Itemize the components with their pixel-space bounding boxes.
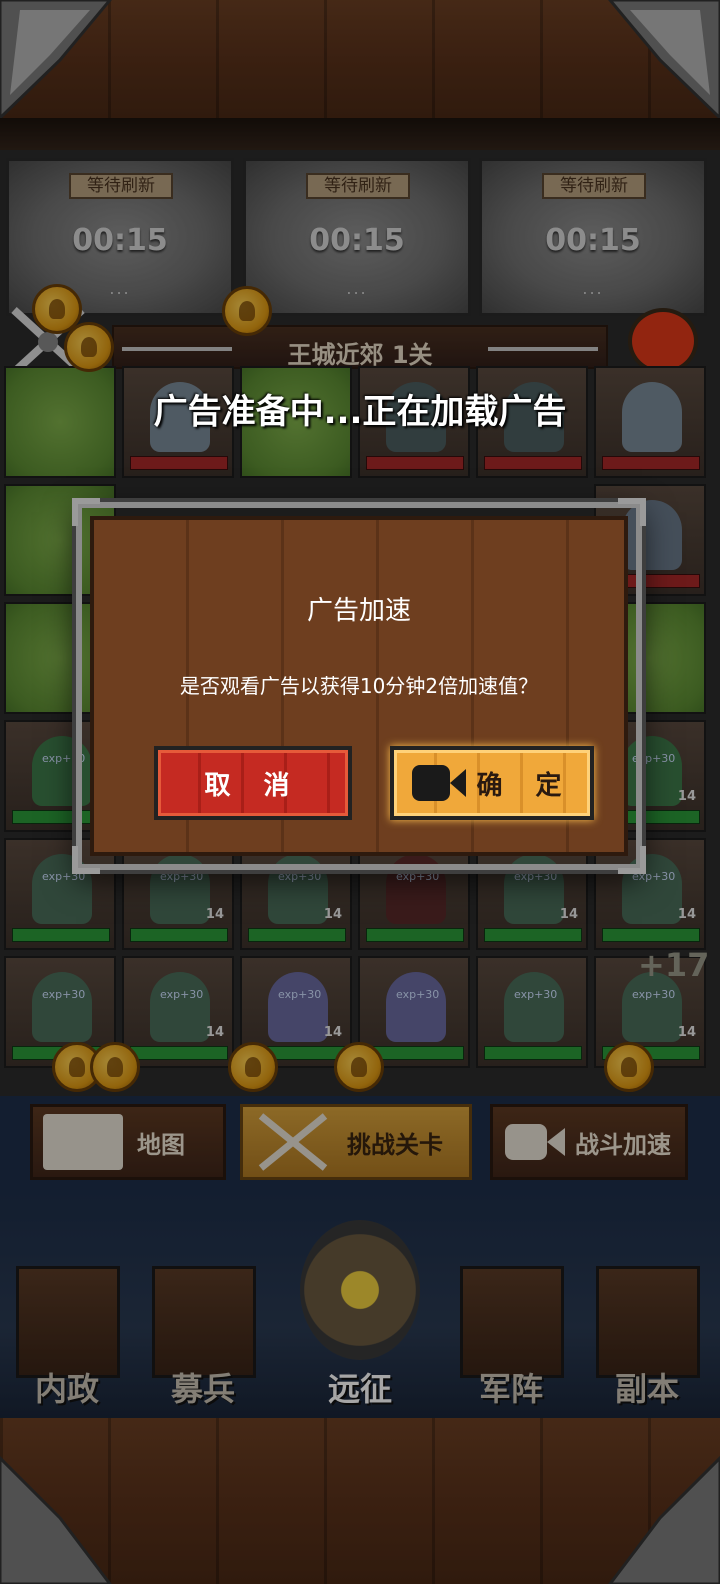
cancel-label: 取 消 — [204, 770, 302, 801]
crossed-swords-icon — [253, 1112, 333, 1172]
exp-label: exp+30 — [160, 870, 204, 883]
exp-label: exp+30 — [396, 988, 440, 1001]
exp-label: exp+30 — [42, 988, 86, 1001]
unit-base — [602, 928, 700, 942]
nav-label: 副本 — [614, 1370, 679, 1408]
coin-icon[interactable] — [222, 286, 272, 336]
exp-label: exp+30 — [396, 870, 440, 883]
unit-base — [366, 456, 464, 470]
nav-formation[interactable]: 军阵 — [456, 1260, 566, 1410]
refresh-timer: 00:15 — [72, 223, 168, 258]
challenge-stage-button[interactable]: 挑战关卡 — [240, 1104, 472, 1180]
battle-speed-button[interactable]: 战斗加速 — [490, 1104, 688, 1180]
exp-label: exp+30 — [632, 988, 676, 1001]
battle-speed-label: 战斗加速 — [575, 1130, 671, 1159]
confirm-label: 确 定 — [476, 770, 574, 801]
coin-icon[interactable] — [90, 1042, 140, 1092]
nav-domestic[interactable]: 内政 — [12, 1260, 122, 1410]
exp-label: exp+30 — [514, 988, 558, 1001]
refresh-timer: 00:15 — [309, 223, 405, 258]
stage-title: 王城近郊 1关 — [287, 341, 433, 369]
helmet-icon — [152, 1266, 256, 1378]
unit-base — [130, 456, 228, 470]
exp-label: exp+30 — [160, 988, 204, 1001]
unit-base — [366, 928, 464, 942]
unit-base — [484, 928, 582, 942]
flame-icon — [596, 1266, 700, 1378]
bonus-counter: +17 — [638, 946, 710, 984]
unit-level: 14 — [677, 907, 696, 922]
unit-base — [12, 928, 110, 942]
exp-label: exp+30 — [278, 988, 322, 1001]
sword-emblem-icon — [300, 1220, 420, 1360]
refresh-slot[interactable]: 等待刷新 00:15 ... — [243, 158, 471, 316]
refresh-tag: 等待刷新 — [306, 173, 410, 199]
dialog-message: 是否观看广告以获得10分钟2倍加速值？ — [179, 674, 539, 698]
unit-level: 14 — [323, 907, 342, 922]
coin-icon[interactable] — [64, 322, 114, 372]
dialog-panel: 广告加速 是否观看广告以获得10分钟2倍加速值？ 取 消 确 定 — [90, 516, 628, 856]
stage-bar: 王城近郊 1关 — [112, 325, 608, 369]
refresh-tag: 等待刷新 — [69, 173, 173, 199]
map-label: 地图 — [137, 1130, 185, 1159]
map-icon — [43, 1114, 123, 1170]
unit-base — [484, 1046, 582, 1060]
unit-base — [130, 928, 228, 942]
corner-ornament-icon — [570, 1418, 720, 1584]
nav-dungeon[interactable]: 副本 — [592, 1260, 702, 1410]
exp-label: exp+30 — [514, 870, 558, 883]
corner-ornament-icon — [0, 0, 150, 121]
unit-figure — [504, 972, 564, 1042]
unit-level: 14 — [205, 907, 224, 922]
grid-cell[interactable]: exp+30 — [476, 956, 588, 1068]
exp-label: exp+30 — [278, 870, 322, 883]
unit-level: 14 — [323, 1025, 342, 1040]
unit-figure — [32, 972, 92, 1042]
grid-cell[interactable]: exp+30 14 — [122, 956, 234, 1068]
video-camera-icon — [503, 1120, 567, 1164]
unit-base — [602, 456, 700, 470]
unit-base — [484, 456, 582, 470]
unit-base — [130, 1046, 228, 1060]
unit-level: 14 — [677, 789, 696, 804]
refresh-timer: 00:15 — [545, 223, 641, 258]
unit-figure — [268, 972, 328, 1042]
nav-label: 内政 — [34, 1370, 99, 1408]
corner-ornament-icon — [0, 1418, 150, 1584]
refresh-dots: ... — [346, 279, 368, 298]
nav-expedition[interactable]: 远征 — [290, 1180, 430, 1410]
bottom-banner — [0, 1418, 720, 1584]
dialog-title: 广告加速 — [306, 596, 411, 626]
map-button[interactable]: 地图 — [30, 1104, 226, 1180]
challenge-label: 挑战关卡 — [347, 1130, 443, 1159]
ad-speedup-dialog: 广告加速 是否观看广告以获得10分钟2倍加速值？ 取 消 确 定 — [72, 498, 646, 874]
unit-level: 14 — [677, 1025, 696, 1040]
cancel-button[interactable]: 取 消 — [154, 746, 352, 820]
refresh-slot[interactable]: 等待刷新 00:15 ... — [479, 158, 707, 316]
unit-level: 14 — [205, 1025, 224, 1040]
scroll-icon — [16, 1266, 120, 1378]
ad-loading-text: 广告准备中...正在加载广告 — [153, 392, 567, 432]
unit-figure — [386, 972, 446, 1042]
nav-label: 远征 — [327, 1370, 392, 1408]
gift-icon[interactable] — [628, 308, 698, 374]
nav-label: 军阵 — [478, 1370, 543, 1408]
coin-icon[interactable] — [604, 1042, 654, 1092]
unit-level: 14 — [559, 907, 578, 922]
corner-ornament-icon — [570, 0, 720, 121]
nav-label: 募兵 — [170, 1370, 235, 1408]
unit-base — [248, 928, 346, 942]
top-banner — [0, 0, 720, 121]
refresh-dots: ... — [582, 279, 604, 298]
refresh-tag: 等待刷新 — [542, 173, 646, 199]
nav-recruit[interactable]: 募兵 — [148, 1260, 258, 1410]
coin-icon[interactable] — [228, 1042, 278, 1092]
coin-icon[interactable] — [334, 1042, 384, 1092]
chess-icon — [460, 1266, 564, 1378]
video-camera-icon — [410, 763, 468, 803]
confirm-button[interactable]: 确 定 — [390, 746, 594, 820]
unit-figure — [150, 972, 210, 1042]
